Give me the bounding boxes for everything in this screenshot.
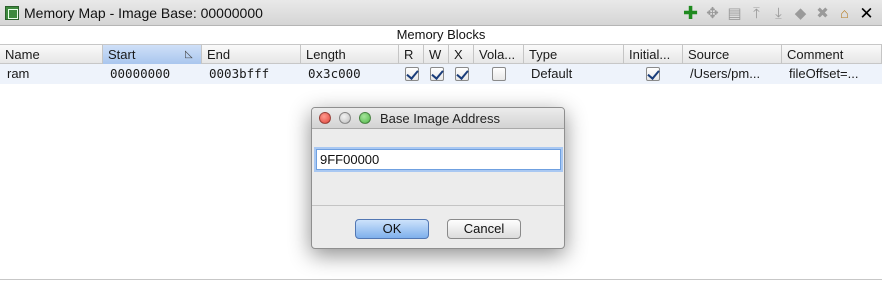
table-header: Name Start ◺ End Length R W X Vola... Ty… bbox=[0, 44, 882, 64]
title-bar: Memory Map - Image Base: 00000000 ✚ ✥ ▤ … bbox=[0, 0, 882, 26]
dialog-title: Base Image Address bbox=[380, 111, 500, 126]
cancel-button[interactable]: Cancel bbox=[447, 219, 521, 239]
column-header-name[interactable]: Name bbox=[0, 45, 103, 64]
cell-comment: fileOffset=... bbox=[789, 66, 859, 81]
delete-icon[interactable]: ✖ bbox=[813, 4, 832, 23]
zoom-button[interactable] bbox=[359, 112, 371, 124]
column-header-length[interactable]: Length bbox=[301, 45, 399, 64]
column-header-x[interactable]: X bbox=[449, 45, 474, 64]
sort-icon: ◺ bbox=[185, 49, 193, 60]
memory-map-window: Memory Map - Image Base: 00000000 ✚ ✥ ▤ … bbox=[0, 0, 882, 282]
expand-down-icon[interactable]: ⤓ bbox=[769, 4, 788, 23]
checkbox-write[interactable] bbox=[430, 67, 444, 81]
window-title: Memory Map - Image Base: 00000000 bbox=[24, 5, 263, 21]
toolbar: ✚ ✥ ▤ ⤒ ⤓ ◆ ✖ ⌂ ✕ bbox=[681, 3, 876, 23]
merge-icon[interactable]: ◆ bbox=[791, 4, 810, 23]
ok-button[interactable]: OK bbox=[355, 219, 429, 239]
cell-type: Default bbox=[531, 66, 573, 81]
dialog-title-bar: Base Image Address bbox=[312, 108, 564, 129]
divider bbox=[0, 279, 882, 280]
base-address-input[interactable] bbox=[316, 149, 561, 170]
checkbox-execute[interactable] bbox=[455, 67, 469, 81]
cell-start: 00000000 bbox=[110, 66, 171, 81]
column-header-w[interactable]: W bbox=[424, 45, 449, 64]
memory-map-icon bbox=[5, 6, 19, 20]
split-icon[interactable]: ▤ bbox=[725, 4, 744, 23]
column-header-source[interactable]: Source bbox=[683, 45, 782, 64]
move-icon[interactable]: ✥ bbox=[703, 4, 722, 23]
cell-name: ram bbox=[7, 66, 30, 81]
cell-length: 0x3c000 bbox=[308, 66, 361, 81]
close-button[interactable] bbox=[319, 112, 331, 124]
column-header-r[interactable]: R bbox=[399, 45, 424, 64]
section-title: Memory Blocks bbox=[396, 27, 486, 42]
column-header-volatile[interactable]: Vola... bbox=[474, 45, 524, 64]
column-header-comment[interactable]: Comment bbox=[782, 45, 882, 64]
table-row[interactable]: ram 00000000 0003bfff 0x3c000 Default /U… bbox=[0, 64, 882, 84]
column-header-end[interactable]: End bbox=[202, 45, 301, 64]
checkbox-read[interactable] bbox=[405, 67, 419, 81]
cell-source: /Users/pm... bbox=[690, 66, 761, 81]
home-icon[interactable]: ⌂ bbox=[835, 4, 854, 23]
add-icon[interactable]: ✚ bbox=[681, 4, 700, 23]
checkbox-volatile[interactable] bbox=[492, 67, 506, 81]
column-header-start-label: Start bbox=[108, 47, 136, 62]
column-header-type[interactable]: Type bbox=[524, 45, 624, 64]
dialog-body bbox=[312, 129, 564, 206]
column-header-start[interactable]: Start ◺ bbox=[103, 45, 202, 64]
close-icon[interactable]: ✕ bbox=[857, 4, 876, 23]
expand-up-icon[interactable]: ⤒ bbox=[747, 4, 766, 23]
column-header-initialized[interactable]: Initial... bbox=[624, 45, 683, 64]
cell-end: 0003bfff bbox=[209, 66, 270, 81]
checkbox-initialized[interactable] bbox=[646, 67, 660, 81]
base-image-address-dialog: Base Image Address OK Cancel bbox=[311, 107, 565, 249]
minimize-button[interactable] bbox=[339, 112, 351, 124]
